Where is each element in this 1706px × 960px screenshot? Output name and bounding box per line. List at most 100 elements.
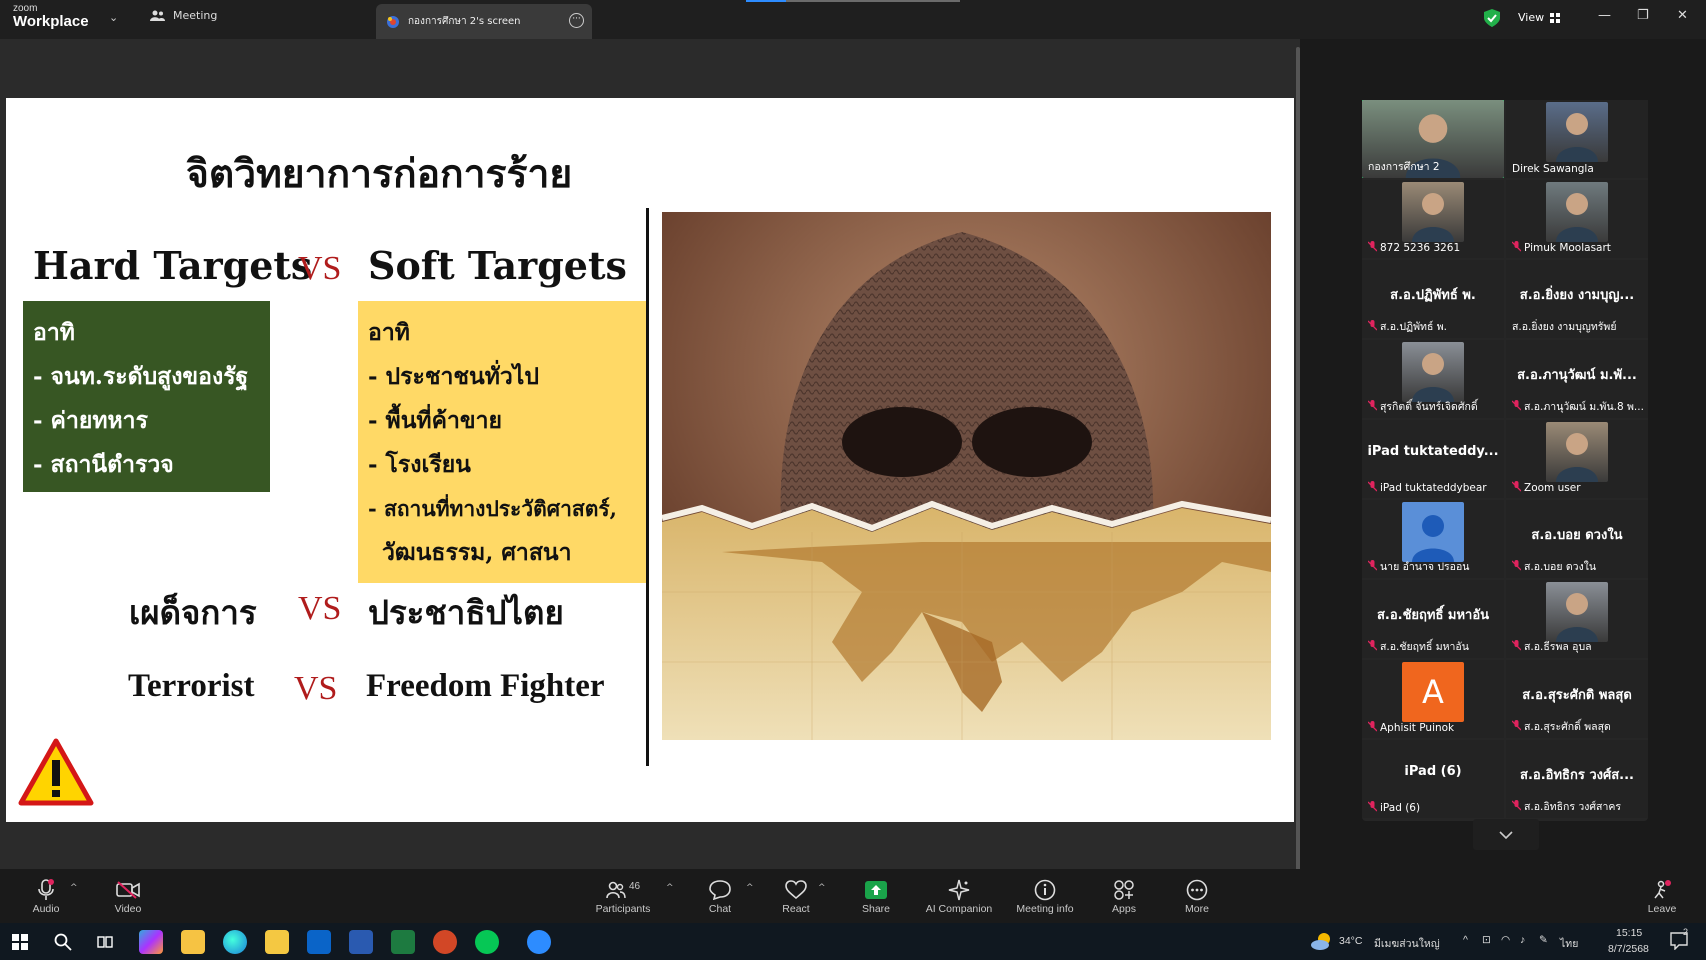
participant-tile[interactable]: Zoom user: [1506, 420, 1648, 498]
tab-shared-screen[interactable]: กองการศึกษา 2's screen ···: [376, 4, 592, 39]
participant-name-label: Zoom user: [1511, 481, 1581, 495]
tray-network-icon[interactable]: ⊡: [1482, 934, 1491, 946]
volume-icon[interactable]: ♪: [1520, 934, 1525, 946]
participant-name-label: 872 5236 3261: [1367, 241, 1461, 255]
participant-tile[interactable]: ส.อ.สุระศักดิ พลสุด ส.อ.สุระศักดิ์ พลสุด: [1506, 660, 1648, 738]
participant-video: [1546, 102, 1608, 162]
soft-item: วัฒนธรรม, ศาสนา: [382, 539, 572, 566]
participant-tile[interactable]: ส.อ.ชัยฤทธิ์ มหาอัน ส.อ.ชัยฤทธิ์ มหาอัน: [1362, 580, 1504, 658]
participant-name-text: 872 5236 3261: [1380, 242, 1461, 254]
weather-temp[interactable]: 34°C: [1339, 935, 1362, 947]
clock-date[interactable]: 8/7/2568: [1608, 943, 1649, 955]
democracy-label: ประชาธิปไตย: [368, 593, 564, 632]
muted-mic-icon: [1511, 399, 1522, 414]
zoom-workplace-logo[interactable]: zoom Workplace: [13, 4, 89, 30]
minimize-icon[interactable]: —: [1598, 8, 1611, 23]
clock-time[interactable]: 15:15: [1616, 927, 1642, 939]
more-options-icon[interactable]: ···: [569, 13, 584, 28]
participant-tile[interactable]: สุรกิตติ์ จันทร์เจิดศักดิ์: [1362, 340, 1504, 418]
participant-tile[interactable]: ส.อ.ธีรพล อุบล: [1506, 580, 1648, 658]
meeting-info-label: Meeting info: [1016, 903, 1074, 915]
participant-name-text: Aphisit Puinok: [1380, 722, 1455, 734]
weather-desc[interactable]: มีเมฆส่วนใหญ่: [1374, 935, 1440, 952]
shared-slide: จิตวิทยาการก่อการร้าย Hard Targets VS So…: [6, 98, 1294, 822]
chat-options-caret[interactable]: ^: [746, 883, 754, 893]
participant-tile[interactable]: ส.อ.อิทธิกร วงศ์ส... ส.อ.อิทธิกร วงศ์สาคร: [1506, 740, 1648, 818]
excel-icon[interactable]: [391, 930, 415, 954]
search-icon[interactable]: [54, 933, 72, 951]
participants-label: Participants: [595, 903, 651, 915]
gallery-scroll-down-button[interactable]: [1473, 819, 1539, 850]
audio-options-caret[interactable]: ^: [70, 883, 78, 893]
participant-name-label: Direk Sawangla: [1512, 163, 1594, 175]
encryption-shield-icon[interactable]: [1484, 9, 1500, 27]
participant-name-label: Pimuk Moolasart: [1511, 241, 1611, 255]
outlook-icon[interactable]: [307, 930, 331, 954]
leave-button[interactable]: Leave: [1622, 879, 1702, 915]
participants-button[interactable]: 46 Participants: [583, 879, 663, 916]
react-options-caret[interactable]: ^: [818, 883, 826, 893]
vs-label: VS: [298, 250, 342, 287]
participant-gallery: กองการศึกษา 2 Direk Sawangla 872 5236 3261…: [1362, 100, 1648, 821]
participants-options-caret[interactable]: ^: [666, 883, 674, 893]
participant-tile[interactable]: Pimuk Moolasart: [1506, 180, 1648, 258]
video-button[interactable]: Video: [88, 879, 168, 915]
participant-tile[interactable]: iPad (6) iPad (6): [1362, 740, 1504, 818]
apps-button[interactable]: Apps: [1084, 879, 1164, 915]
powerpoint-icon[interactable]: [433, 930, 457, 954]
ai-companion-button[interactable]: AI Companion: [919, 879, 999, 915]
participant-name-text: ส.อ.สุระศักดิ์ พลสุด: [1524, 721, 1611, 733]
hard-targets-box: อาทิ - จนท.ระดับสูงของรัฐ - ค่ายทหาร - ส…: [23, 301, 270, 492]
tray-chevron-icon[interactable]: ^: [1463, 934, 1468, 946]
word-icon[interactable]: [349, 930, 373, 954]
stage-divider-handle[interactable]: [1296, 47, 1300, 871]
pen-icon[interactable]: ✎: [1539, 934, 1548, 946]
line-icon[interactable]: [475, 930, 499, 954]
language-indicator[interactable]: ไทย: [1560, 935, 1578, 952]
tab-meeting[interactable]: Meeting: [150, 9, 217, 22]
heart-icon: [785, 880, 807, 900]
view-button[interactable]: View: [1518, 11, 1561, 24]
participant-tile[interactable]: Direk Sawangla: [1506, 100, 1648, 178]
participant-tile[interactable]: ส.อ.ปฏิพัทธ์ พ. ส.อ.ปฏิพัทธ์ พ.: [1362, 260, 1504, 338]
participant-tile[interactable]: ส.อ.ยิ่งยง งามบุญ... ส.อ.ยิ่งยง งามบุญทรั…: [1506, 260, 1648, 338]
edge-icon[interactable]: [223, 930, 247, 954]
soft-targets-box: อาทิ - ประชาชนทั่วไป - พื้นที่ค้าขาย - โ…: [358, 301, 648, 583]
participant-name-text: Zoom user: [1524, 482, 1581, 494]
meeting-info-button[interactable]: Meeting info: [1005, 879, 1085, 915]
hard-item: - จนท.ระดับสูงของรัฐ: [33, 363, 249, 390]
soft-item: - พื้นที่ค้าขาย: [368, 407, 503, 434]
react-label: React: [782, 903, 810, 915]
task-view-icon[interactable]: [97, 934, 113, 950]
copilot-icon[interactable]: [139, 930, 163, 954]
participant-tile[interactable]: นาย อำนาจ ปรออน: [1362, 500, 1504, 578]
brand-line2: Workplace: [13, 13, 89, 30]
soft-item: - โรงเรียน: [368, 451, 471, 478]
close-icon[interactable]: ✕: [1677, 8, 1688, 23]
share-button[interactable]: Share: [836, 879, 916, 915]
store-icon[interactable]: [181, 930, 205, 954]
file-explorer-icon[interactable]: [265, 930, 289, 954]
restore-icon[interactable]: ❐: [1637, 8, 1649, 23]
more-button[interactable]: More: [1157, 879, 1237, 915]
windows-start-icon[interactable]: [12, 934, 28, 950]
participants-icon: [606, 881, 626, 899]
zoom-taskbar-icon[interactable]: [527, 930, 551, 954]
chevron-down-icon[interactable]: ⌄: [109, 11, 118, 24]
participant-tile[interactable]: ส.อ.บอย ดวงใน ส.อ.บอย ดวงใน: [1506, 500, 1648, 578]
notification-count: 2: [1683, 927, 1689, 937]
audio-label: Audio: [32, 903, 60, 915]
terrorist-label: Terrorist: [128, 668, 255, 704]
hard-targets-heading: Hard Targets: [33, 243, 313, 288]
leave-label: Leave: [1647, 903, 1677, 915]
participant-tile[interactable]: 872 5236 3261: [1362, 180, 1504, 258]
participant-tile[interactable]: ส.อ.ภานุวัฒน์ ม.พั... ส.อ.ภานุวัฒน์ ม.พัน…: [1506, 340, 1648, 418]
participant-tile[interactable]: กองการศึกษา 2: [1362, 100, 1504, 178]
share-label: Share: [861, 903, 891, 915]
participant-tile[interactable]: iPad tuktateddy... iPad tuktateddybear: [1362, 420, 1504, 498]
participant-tile[interactable]: A Aphisit Puinok: [1362, 660, 1504, 738]
wifi-icon[interactable]: ◠: [1501, 934, 1510, 946]
participant-display-name: ส.อ.ปฏิพัทธ์ พ.: [1390, 288, 1476, 303]
share-source-icon: [387, 15, 399, 28]
participant-video: [1546, 182, 1608, 242]
